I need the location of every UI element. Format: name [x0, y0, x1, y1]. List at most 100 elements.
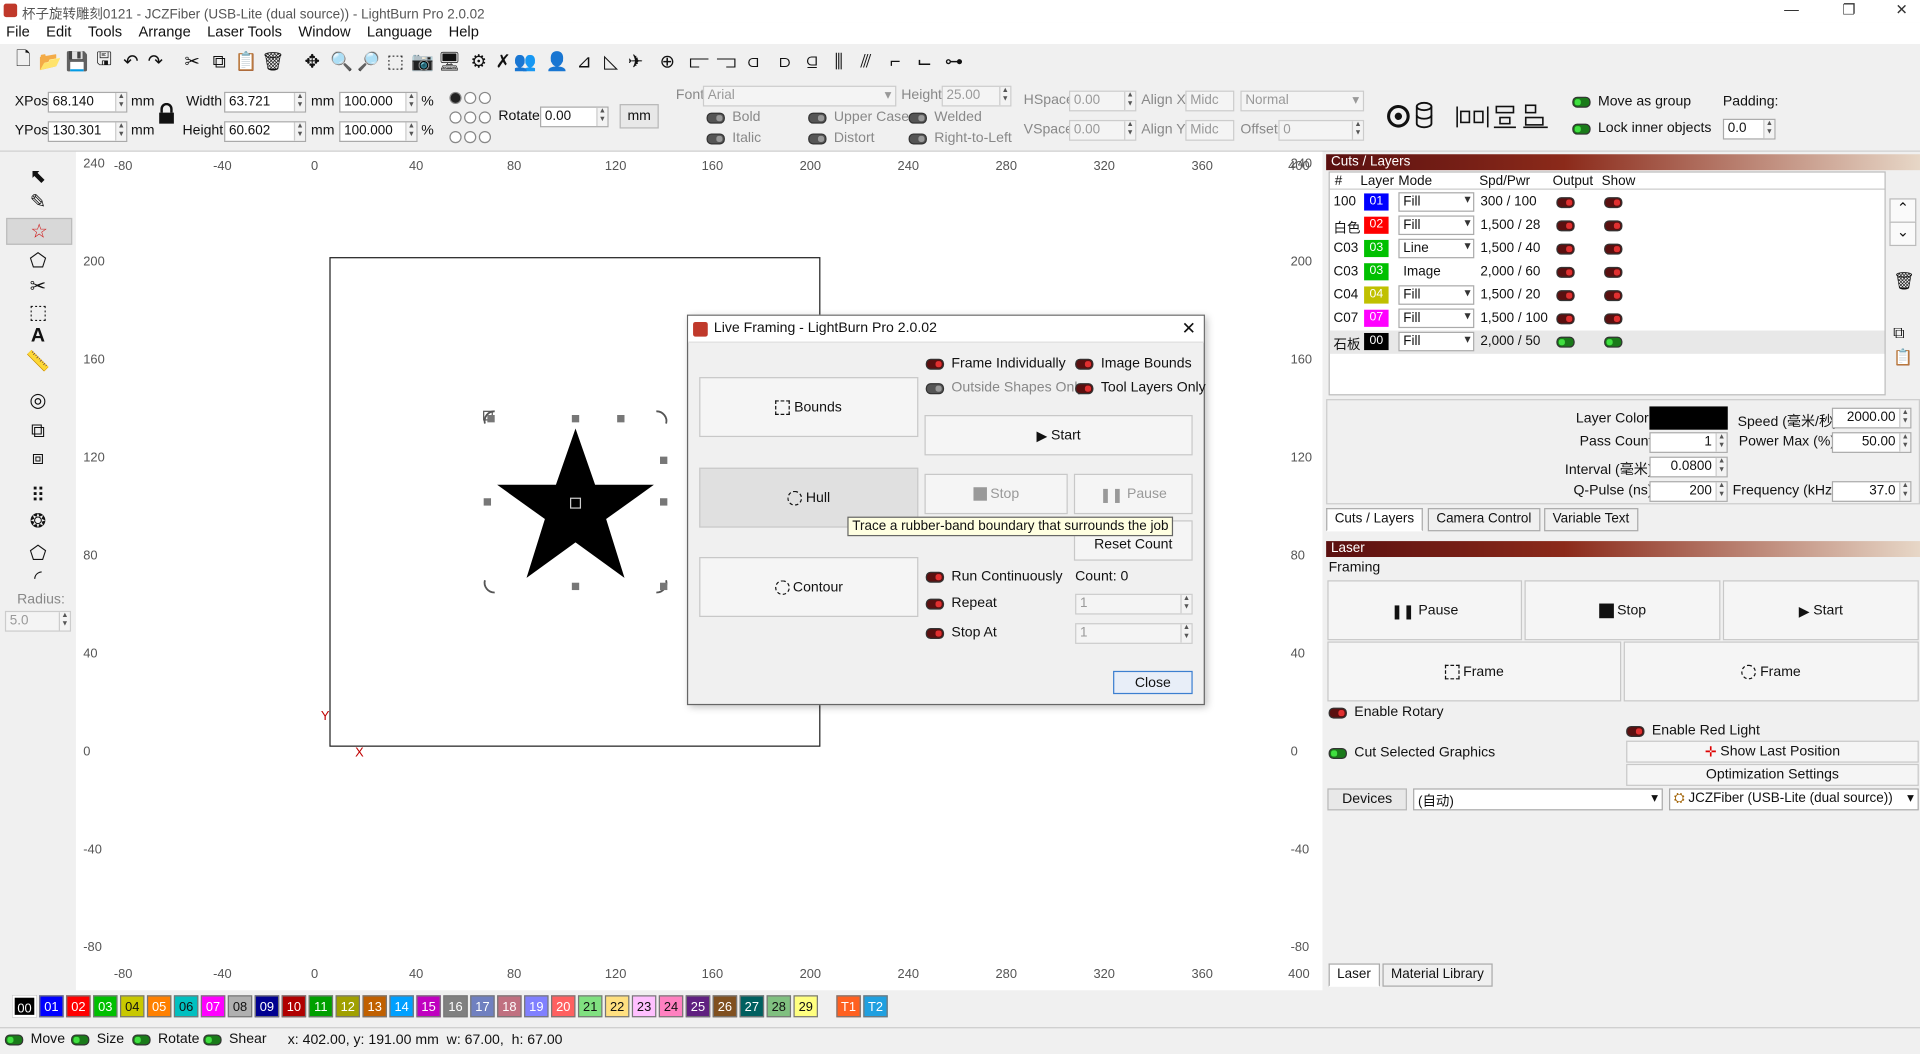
align-x-select[interactable]: Midc	[1185, 90, 1235, 112]
align-center-icon[interactable]: ⫍	[687, 48, 711, 75]
xpos-input[interactable]: 68.140 ▲ ▼	[47, 91, 128, 113]
edit-nodes-icon[interactable]: ✎	[22, 190, 54, 214]
layer-swatch[interactable]: 03	[1364, 263, 1389, 281]
tab-laser[interactable]: Laser	[1328, 963, 1380, 987]
frame-individually-toggle[interactable]: Frame Individually	[925, 356, 1066, 371]
mode-select[interactable]: Fill	[1398, 192, 1475, 212]
table-row[interactable]: 100 01 Fill 300 / 100	[1330, 191, 1885, 214]
offset-input[interactable]: 0 ▲ ▼	[1278, 119, 1365, 141]
delete-icon[interactable]: 🗑	[261, 48, 285, 75]
tab-camera-control[interactable]: Camera Control	[1427, 508, 1540, 532]
distort-toggle[interactable]: Distort	[808, 131, 875, 146]
distribute-h-icon[interactable]: ⫼	[827, 48, 851, 75]
interval-input[interactable]: 0.0800 ▲ ▼	[1649, 456, 1728, 478]
padding-input[interactable]: 0.0 ▲ ▼	[1722, 118, 1776, 140]
enable-red-light-toggle[interactable]: Enable Red Light	[1626, 724, 1760, 738]
power-max-input[interactable]: 50.00 ▲ ▼	[1831, 432, 1912, 453]
tab-material-library[interactable]: Material Library	[1382, 963, 1493, 987]
palette-color-19[interactable]: 19	[524, 995, 549, 1018]
dock-align-icons[interactable]	[1455, 103, 1555, 130]
palette-color-04[interactable]: 04	[120, 995, 145, 1018]
palette-color-20[interactable]: 20	[551, 995, 576, 1018]
output-toggle[interactable]	[1556, 266, 1575, 278]
fillet-icon[interactable]: ◜	[22, 566, 54, 590]
output-toggle[interactable]	[1556, 220, 1575, 232]
frame-rect-button[interactable]: Frame	[1327, 641, 1622, 702]
upper-switch[interactable]	[808, 112, 827, 124]
start-button[interactable]: ▶ Start	[924, 415, 1193, 456]
palette-color-13[interactable]: 13	[362, 995, 387, 1018]
show-toggle[interactable]	[1604, 266, 1623, 278]
dock-icon[interactable]: ⌐	[883, 48, 907, 75]
font-select[interactable]: Arial ▾	[702, 85, 897, 107]
repeat-input[interactable]: 1 ▲ ▼	[1075, 593, 1193, 615]
show-toggle[interactable]	[1604, 336, 1623, 348]
pause-button[interactable]: ❚❚ Pause	[1073, 473, 1193, 515]
output-toggle[interactable]	[1556, 243, 1575, 255]
circular-array-icon[interactable]: ❂	[22, 509, 54, 533]
palette-color-T1[interactable]: T1	[836, 995, 861, 1018]
palette-color-16[interactable]: 16	[443, 995, 468, 1018]
palette-color-12[interactable]: 12	[335, 995, 361, 1018]
image-bounds-switch[interactable]	[1075, 358, 1094, 370]
status-size-switch[interactable]	[71, 1033, 90, 1045]
mirror-h-icon[interactable]: ⊿	[572, 48, 596, 75]
tools-icon[interactable]: ✗	[491, 48, 515, 75]
enable-rotary-toggle[interactable]: Enable Rotary	[1328, 705, 1444, 720]
select-tool-icon[interactable]: ⬉	[22, 164, 54, 188]
rotary-switch[interactable]	[1328, 706, 1347, 718]
italic-switch[interactable]	[706, 132, 725, 144]
tab-variable-text[interactable]: Variable Text	[1544, 508, 1638, 532]
menu-edit[interactable]: Edit	[40, 22, 78, 42]
table-row[interactable]: 白色02 Fill 1,500 / 28	[1330, 214, 1885, 237]
palette-color-03[interactable]: 03	[93, 995, 118, 1018]
rectangle-tool-icon[interactable]: ⬚	[22, 300, 54, 324]
status-shear-switch[interactable]	[203, 1033, 222, 1045]
paste-icon[interactable]: 📋	[234, 48, 258, 75]
align-right-icon[interactable]: ⫎	[714, 48, 738, 75]
copy-icon[interactable]: ⧉	[207, 48, 231, 75]
palette-color-17[interactable]: 17	[470, 995, 495, 1018]
devices-button[interactable]: Devices	[1327, 788, 1407, 811]
laser-start-button[interactable]: ▶ Start	[1722, 580, 1919, 641]
stop-at-switch[interactable]	[925, 627, 945, 639]
cut-selected-toggle[interactable]: Cut Selected Graphics	[1328, 746, 1495, 760]
table-row[interactable]: C04 04 Fill 1,500 / 20	[1330, 284, 1885, 307]
table-row[interactable]: C03 03 Image 2,000 / 60	[1330, 261, 1885, 284]
hspace-input[interactable]: 0.00 ▲ ▼	[1068, 90, 1137, 112]
palette-color-08[interactable]: 08	[227, 995, 253, 1018]
palette-color-01[interactable]: 01	[39, 995, 64, 1018]
laser-pause-button[interactable]: ❚❚ Pause	[1327, 580, 1523, 641]
palette-color-00[interactable]: 00	[12, 995, 37, 1018]
stop-at-toggle[interactable]: Stop At	[925, 626, 997, 640]
paste-layer-icon[interactable]: 📋	[1893, 348, 1913, 368]
distribute-v-icon[interactable]: ⫻	[853, 48, 877, 75]
settings-icon[interactable]: ⚙	[467, 48, 491, 75]
boolean-union-icon[interactable]: ⧉	[22, 420, 54, 444]
ungroup-icon[interactable]: 👤	[545, 48, 569, 75]
device-select[interactable]: ⛭ JCZFiber (USB-Lite (dual source)) ▾	[1668, 788, 1919, 811]
show-toggle[interactable]	[1604, 197, 1623, 209]
palette-color-28[interactable]: 28	[766, 995, 792, 1018]
rotate-input[interactable]: 0.00 ▲ ▼	[540, 106, 609, 128]
ypos-input[interactable]: 130.301 ▲ ▼	[47, 121, 128, 143]
repeat-switch[interactable]	[925, 598, 945, 610]
mode-select[interactable]: Fill	[1398, 215, 1475, 236]
cut-icon[interactable]: ✂	[180, 48, 204, 75]
offset-tool-icon[interactable]: ◎	[22, 388, 54, 412]
upper-case-toggle[interactable]: Upper Case	[808, 110, 909, 125]
speed-input[interactable]: 2000.00 ▲ ▼	[1831, 407, 1912, 429]
show-toggle[interactable]	[1604, 313, 1623, 325]
output-toggle[interactable]	[1556, 290, 1575, 302]
table-row[interactable]: 石板00 Fill 2,000 / 50	[1329, 330, 1885, 354]
lock-inner-switch[interactable]	[1572, 123, 1591, 135]
mode-select[interactable]: Fill	[1398, 308, 1475, 329]
rotate-icon[interactable]: ✈	[623, 48, 647, 75]
menu-help[interactable]: Help	[443, 22, 485, 42]
new-file-icon[interactable]: 🗋	[11, 48, 35, 75]
palette-color-18[interactable]: 18	[497, 995, 522, 1018]
save-icon[interactable]: 💾	[65, 48, 89, 75]
align-top-icon[interactable]: ⫏	[741, 48, 765, 75]
show-toggle[interactable]	[1604, 290, 1623, 302]
palette-color-05[interactable]: 05	[146, 995, 172, 1018]
